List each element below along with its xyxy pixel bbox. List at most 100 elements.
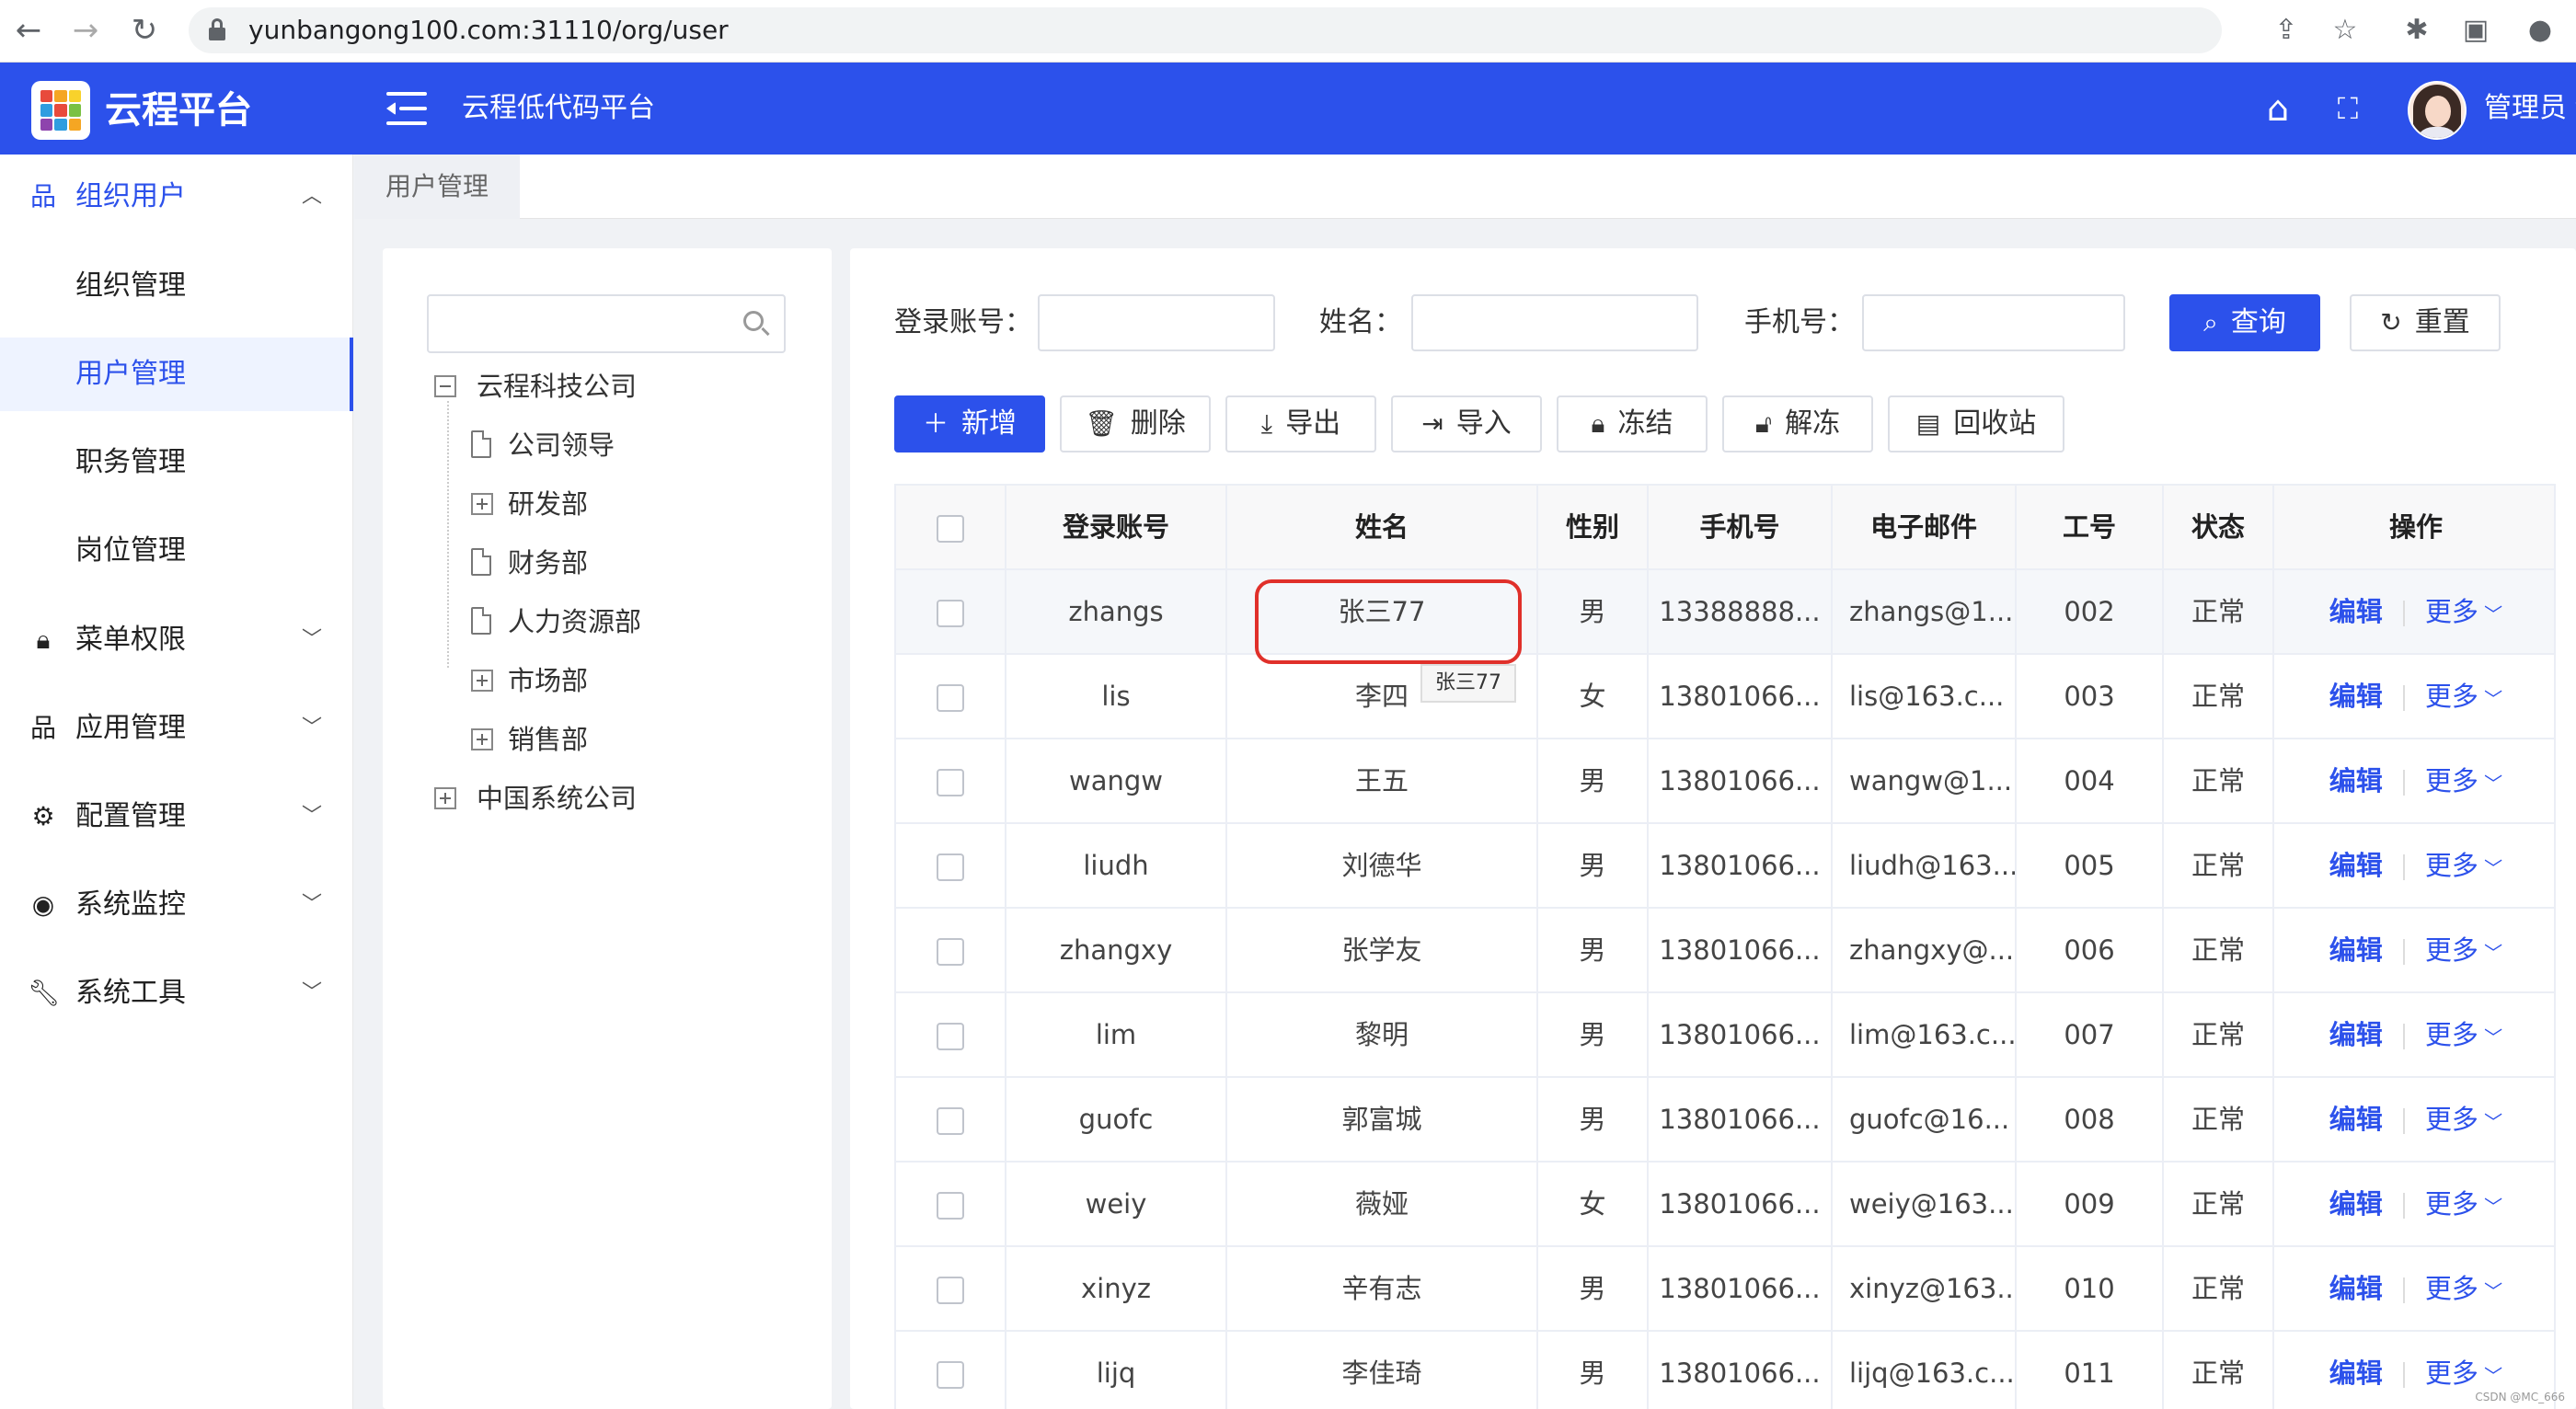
reset-button[interactable]: ↻ 重置 [2350, 294, 2501, 351]
edit-link[interactable]: 编辑 [2329, 681, 2383, 712]
row-checkbox[interactable] [937, 1192, 964, 1220]
avatar[interactable] [2408, 81, 2467, 140]
sidebar-group-app-manage[interactable]: 品 应用管理 ﹀ [0, 686, 353, 771]
row-checkbox[interactable] [937, 1277, 964, 1304]
table-row[interactable]: lis 李四女 13801066... lis@163.c... 003 正常 编辑 更多 ﹀ [896, 655, 2554, 739]
col-gender[interactable]: 性别 [1538, 486, 1649, 568]
sidebar-group-org-users[interactable]: 品 组织用户 ︿ [0, 155, 353, 239]
table-row[interactable]: liudh 刘德华男 13801066... liudh@163... 005 正常 编辑 更… [896, 824, 2554, 909]
more-dropdown[interactable]: 更多 ﹀ [2425, 934, 2502, 966]
tab-user-manage[interactable]: 用户管理 [354, 155, 520, 219]
phone-input[interactable] [1862, 294, 2125, 351]
sidebar-group-monitor[interactable]: ◉ 系统监控 ﹀ [0, 863, 353, 947]
edit-link[interactable]: 编辑 [2329, 1357, 2383, 1389]
sidepanel-icon[interactable]: ▣ [2455, 9, 2497, 52]
edit-link[interactable]: 编辑 [2329, 1188, 2383, 1220]
row-checkbox[interactable] [937, 1107, 964, 1135]
tree-node[interactable]: 销售部 [471, 710, 588, 769]
edit-link[interactable]: 编辑 [2329, 850, 2383, 881]
table-row[interactable]: weiy 薇娅女 13801066... weiy@163.... 009 正常 编辑 更多 … [896, 1163, 2554, 1247]
extensions-icon[interactable]: ✱ [2396, 9, 2438, 52]
tree-search-input[interactable] [427, 294, 786, 353]
edit-link[interactable]: 编辑 [2329, 1019, 2383, 1050]
row-checkbox[interactable] [937, 938, 964, 966]
share-icon[interactable]: ⇪ [2265, 9, 2307, 52]
reload-icon[interactable]: ↻ [123, 9, 166, 52]
sidebar-group-config[interactable]: ⚙ 配置管理 ﹀ [0, 774, 353, 859]
query-button[interactable]: ⌕ 查询 [2169, 294, 2320, 351]
expand-icon[interactable] [471, 670, 493, 692]
row-checkbox[interactable] [937, 853, 964, 881]
back-icon[interactable]: ← [7, 9, 50, 52]
star-icon[interactable]: ☆ [2324, 9, 2366, 52]
select-all-checkbox[interactable] [937, 515, 964, 543]
user-menu[interactable]: 管理员 ▾ [2484, 63, 2576, 155]
table-row[interactable]: guofc 郭富城男 13801066... guofc@16... 008 正常 编辑 更多… [896, 1078, 2554, 1163]
chevron-down-icon: ﹀ [301, 805, 322, 828]
sidebar-item-post-manage[interactable]: 岗位管理 [0, 514, 353, 588]
sidebar-group-tools[interactable]: 🔧︎ 系统工具 ﹀ [0, 951, 353, 1036]
expand-icon[interactable] [471, 493, 493, 515]
more-dropdown[interactable]: 更多 ﹀ [2425, 1357, 2502, 1389]
edit-link[interactable]: 编辑 [2329, 934, 2383, 966]
account-input[interactable] [1038, 294, 1275, 351]
collapse-icon[interactable] [434, 375, 456, 397]
more-dropdown[interactable]: 更多 ﹀ [2425, 850, 2502, 881]
sidebar-group-menu-perm[interactable]: 🔒︎ 菜单权限 ﹀ [0, 598, 353, 682]
table-row[interactable]: lim 黎明男 13801066... lim@163.c... 007 正常 编辑 更多 ﹀ [896, 993, 2554, 1078]
address-bar[interactable]: yunbangong100.com:31110/org/user [189, 7, 2222, 53]
freeze-button[interactable]: 🔒︎ 冻结 [1557, 395, 1708, 452]
tree-node[interactable]: 市场部 [471, 651, 588, 710]
edit-link[interactable]: 编辑 [2329, 1273, 2383, 1304]
tree-node-root2[interactable]: 中国系统公司 [434, 769, 637, 828]
more-dropdown[interactable]: 更多 ﹀ [2425, 681, 2502, 712]
col-phone[interactable]: 手机号 [1649, 486, 1833, 568]
col-email[interactable]: 电子邮件 [1833, 486, 2017, 568]
col-status[interactable]: 状态 [2164, 486, 2274, 568]
sidebar-item-user-manage[interactable]: 用户管理 [0, 338, 353, 411]
profile-icon[interactable]: ● [2519, 9, 2561, 52]
tree-node[interactable]: 研发部 [471, 475, 588, 533]
table-row[interactable]: wangw 王五男 13801066... wangw@1... 004 正常 编辑 更多 ﹀ [896, 739, 2554, 824]
edit-link[interactable]: 编辑 [2329, 1104, 2383, 1135]
more-dropdown[interactable]: 更多 ﹀ [2425, 1273, 2502, 1304]
tree-node[interactable]: 财务部 [471, 533, 588, 592]
row-checkbox[interactable] [937, 600, 964, 627]
add-button[interactable]: ＋ 新增 [894, 395, 1045, 452]
table-row[interactable]: lijq 李佳琦男 13801066... lijq@163.c... 011 正常 编辑 更… [896, 1332, 2554, 1409]
col-account[interactable]: 登录账号 [1006, 486, 1227, 568]
unfreeze-button[interactable]: 🔓︎ 解冻 [1722, 395, 1873, 452]
menu-collapse-icon[interactable] [386, 90, 427, 127]
tree-node[interactable]: 人力资源部 [471, 592, 641, 651]
more-dropdown[interactable]: 更多 ﹀ [2425, 596, 2502, 627]
tree-node-root[interactable]: 云程科技公司 [434, 357, 637, 416]
table-row[interactable]: zhangxy 张学友男 13801066... zhangxy@... 006 正常 编辑… [896, 909, 2554, 993]
more-dropdown[interactable]: 更多 ﹀ [2425, 765, 2502, 796]
col-no[interactable]: 工号 [2017, 486, 2164, 568]
sidebar-item-org-manage[interactable]: 组织管理 [0, 249, 353, 323]
col-name[interactable]: 姓名 [1227, 486, 1538, 568]
fullscreen-icon[interactable]: ⛶ [2326, 86, 2370, 131]
expand-icon[interactable] [434, 787, 456, 809]
home-icon[interactable]: ⌂ [2256, 86, 2300, 131]
row-checkbox[interactable] [937, 769, 964, 796]
expand-icon[interactable] [471, 728, 493, 750]
more-dropdown[interactable]: 更多 ﹀ [2425, 1019, 2502, 1050]
row-checkbox[interactable] [937, 1361, 964, 1389]
more-dropdown[interactable]: 更多 ﹀ [2425, 1188, 2502, 1220]
table-row[interactable]: xinyz 辛有志男 13801066... xinyz@163... 010 正常 编辑 更… [896, 1247, 2554, 1332]
import-button[interactable]: ⇥ 导入 [1391, 395, 1542, 452]
recycle-bin-button[interactable]: ▤ 回收站 [1888, 395, 2064, 452]
name-input[interactable] [1411, 294, 1698, 351]
row-checkbox[interactable] [937, 684, 964, 712]
row-checkbox[interactable] [937, 1023, 964, 1050]
export-button[interactable]: ⤓ 导出 [1225, 395, 1376, 452]
edit-link[interactable]: 编辑 [2329, 596, 2383, 627]
table-row[interactable]: zhangs 张三77 男 13388888... zhangs@1... 002 正常 编辑… [896, 570, 2554, 655]
edit-link[interactable]: 编辑 [2329, 765, 2383, 796]
forward-icon[interactable]: → [64, 9, 107, 52]
delete-button[interactable]: 🗑︎ 删除 [1060, 395, 1211, 452]
more-dropdown[interactable]: 更多 ﹀ [2425, 1104, 2502, 1135]
tree-node[interactable]: 公司领导 [471, 416, 615, 475]
sidebar-item-duty-manage[interactable]: 职务管理 [0, 426, 353, 499]
